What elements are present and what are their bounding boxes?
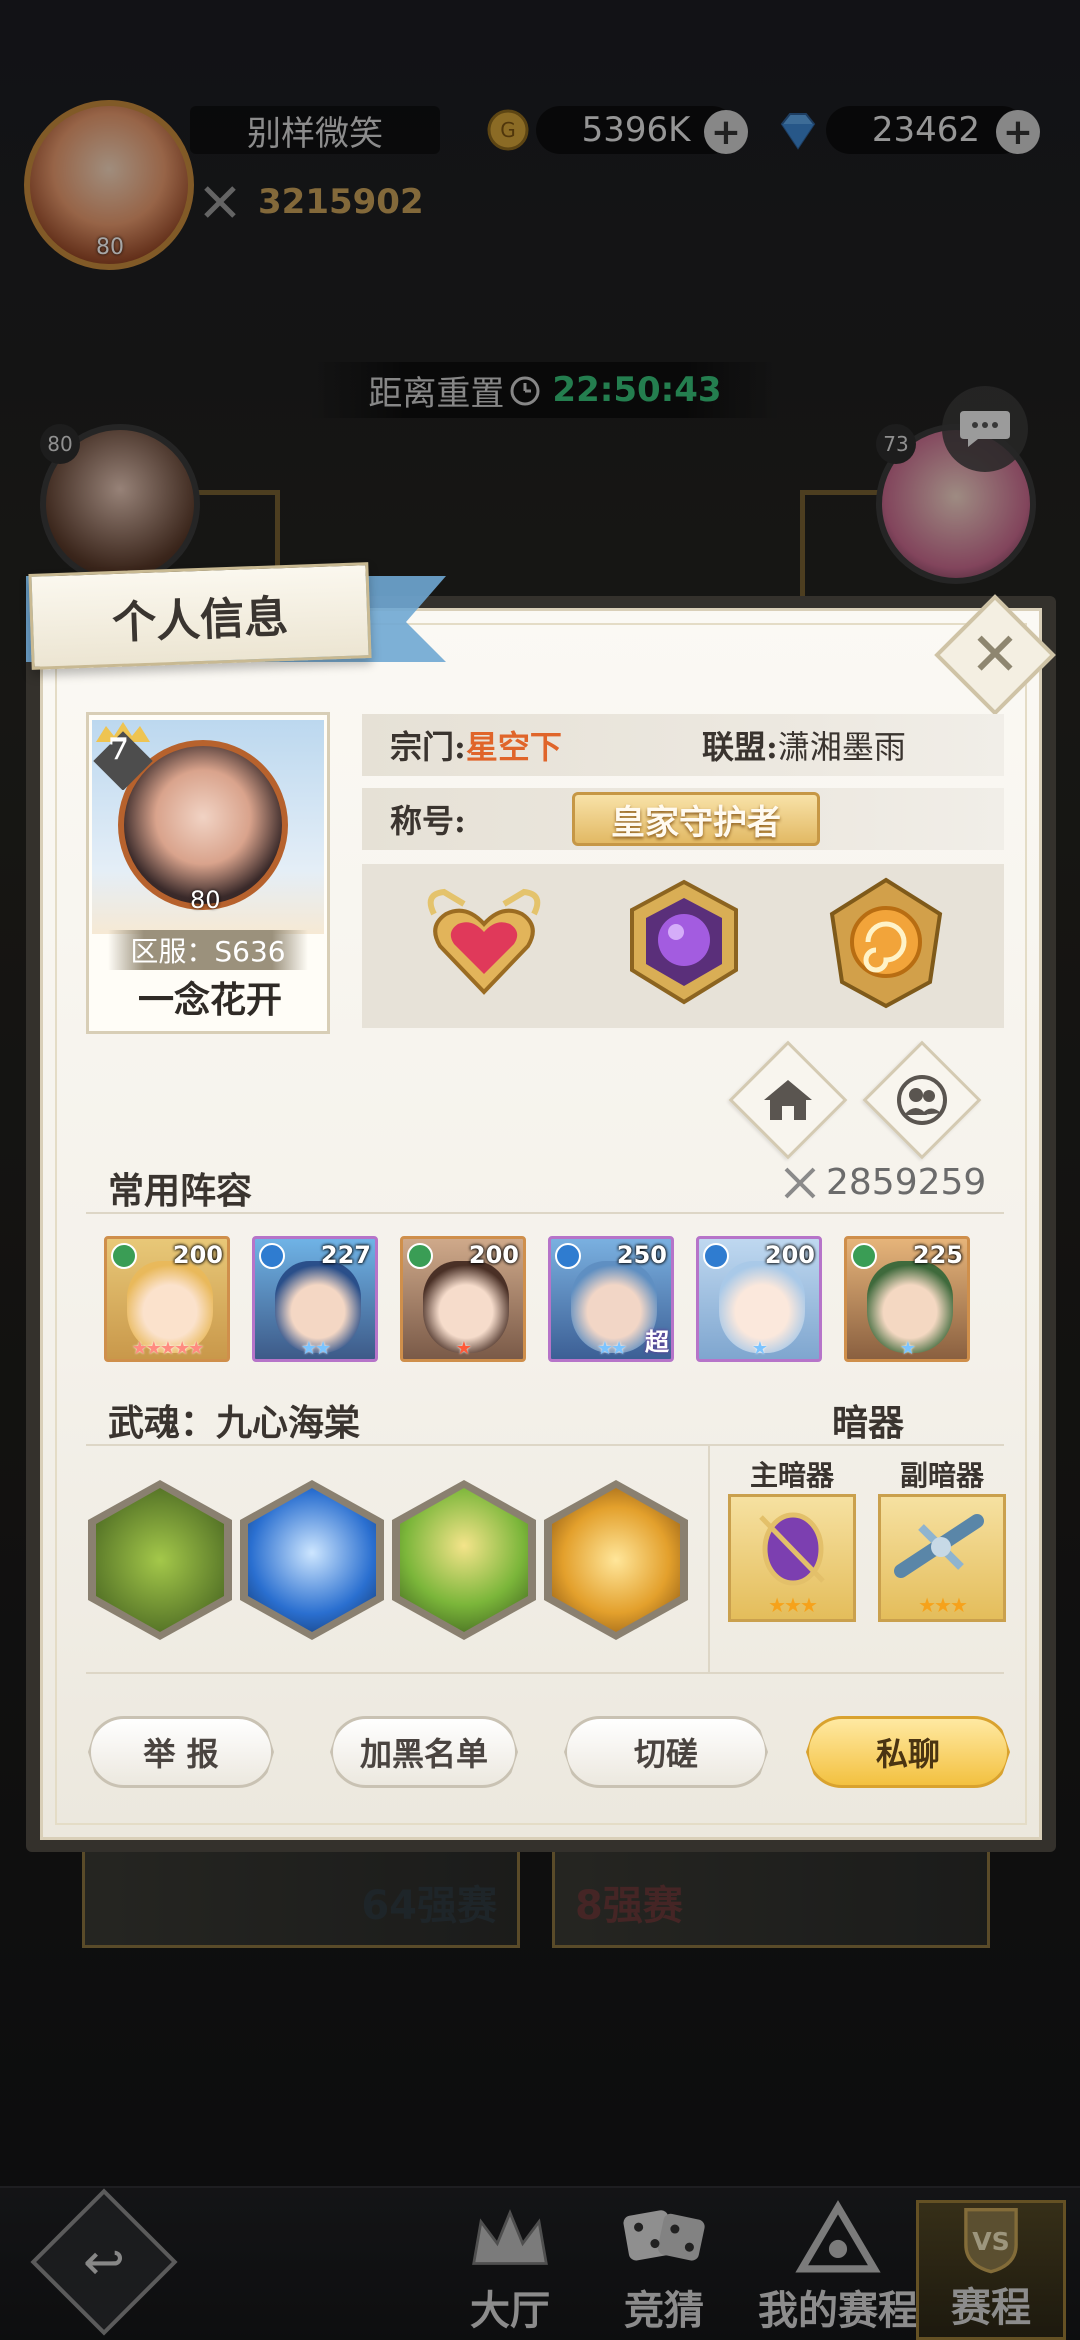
player-nickname: 一念花开	[137, 979, 282, 1021]
hero-level: 200	[764, 1241, 815, 1269]
hero-card-1[interactable]: 200 ★★★★★	[104, 1236, 230, 1362]
crossed-swords-icon	[784, 1167, 816, 1198]
lineup-power-value: 2859259	[826, 1162, 987, 1203]
hero-stars: ★	[455, 1338, 472, 1359]
hero-card-2[interactable]: 227 ★★	[252, 1236, 378, 1362]
wind-element-icon	[111, 1243, 137, 1269]
hero-stars: ★	[751, 1338, 768, 1359]
friends-icon	[883, 1061, 961, 1139]
chalice-skill-icon	[400, 1488, 528, 1632]
modal-title-plate: 个人信息	[28, 562, 372, 670]
water-element-icon	[259, 1243, 285, 1269]
main-weapon-label: 主暗器	[750, 1459, 835, 1492]
close-icon: ✕	[969, 620, 1021, 690]
sect-alliance-row: 宗门: 星空下 联盟:潇湘墨雨	[362, 714, 1004, 776]
title-plate: 皇家守护者	[572, 792, 820, 846]
alliance-label: 联盟:	[702, 728, 778, 766]
main-weapon-stars: ★★★	[768, 1593, 818, 1617]
hero-level: 200	[172, 1241, 223, 1269]
lineup-title: 常用阵容	[108, 1170, 253, 1212]
vine-skill-icon	[96, 1488, 224, 1632]
sect-label: 宗门:	[390, 728, 466, 766]
lineup-power: 2859259	[780, 1162, 986, 1203]
blacklist-button[interactable]: 加黑名单	[330, 1716, 518, 1788]
wind-element-icon	[851, 1243, 877, 1269]
martial-soul-title: 武魂：九心海棠	[108, 1402, 361, 1444]
hero-level: 227	[320, 1241, 371, 1269]
water-spirit-skill-icon	[248, 1488, 376, 1632]
flower-skill-icon	[552, 1488, 680, 1632]
purple-gem-weapon-icon	[759, 1512, 825, 1586]
private-chat-button[interactable]: 私聊	[806, 1716, 1010, 1788]
hero-card-6[interactable]: 225 ★	[844, 1236, 970, 1362]
title-row: 称号: 皇家守护者	[362, 788, 1004, 850]
sub-hidden-weapon[interactable]: ★★★	[878, 1494, 1006, 1622]
crossbow-weapon-icon	[894, 1514, 984, 1578]
hidden-weapon-title: 暗器	[832, 1402, 905, 1444]
profile-level: 80	[190, 886, 221, 914]
sub-weapon-stars: ★★★	[918, 1593, 968, 1617]
title-value: 皇家守护者	[611, 802, 781, 843]
alliance-value: 潇湘墨雨	[777, 728, 906, 766]
title-label: 称号:	[390, 802, 466, 840]
hero-stars: ★★★★★	[131, 1338, 205, 1359]
hero-card-3[interactable]: 200 ★	[400, 1236, 526, 1362]
alliance-group: 联盟:潇湘墨雨	[702, 722, 906, 768]
purple-orb-badge-icon[interactable]	[614, 874, 754, 1014]
hero-level: 225	[912, 1241, 963, 1269]
bottom-divider	[86, 1672, 1004, 1674]
vip-rank: 7	[108, 732, 129, 767]
sub-weapon-label: 副暗器	[900, 1459, 985, 1492]
water-element-icon	[555, 1243, 581, 1269]
hero-stars: ★	[899, 1338, 916, 1359]
hero-level: 250	[616, 1241, 667, 1269]
hero-level: 200	[468, 1241, 519, 1269]
gold-spiral-badge-icon[interactable]	[816, 874, 956, 1014]
main-hidden-weapon[interactable]: ★★★	[728, 1494, 856, 1622]
soul-divider	[86, 1444, 1004, 1446]
wind-element-icon	[407, 1243, 433, 1269]
duel-button[interactable]: 切磋	[564, 1716, 768, 1788]
section-separator	[708, 1444, 710, 1672]
lineup-divider	[86, 1212, 1004, 1214]
sect-value[interactable]: 星空下	[466, 722, 562, 768]
report-button[interactable]: 举 报	[88, 1716, 274, 1788]
water-element-icon	[703, 1243, 729, 1269]
hero-stars: ★★	[300, 1338, 331, 1359]
home-icon	[749, 1061, 827, 1139]
hero-card-4[interactable]: 250 ★★ 超	[548, 1236, 674, 1362]
modal-title: 个人信息	[111, 591, 289, 650]
heart-badge-icon[interactable]	[414, 874, 554, 1014]
hero-card-5[interactable]: 200 ★	[696, 1236, 822, 1362]
server-tag: 区服：S636	[108, 930, 308, 970]
super-tag: 超	[645, 1328, 669, 1356]
